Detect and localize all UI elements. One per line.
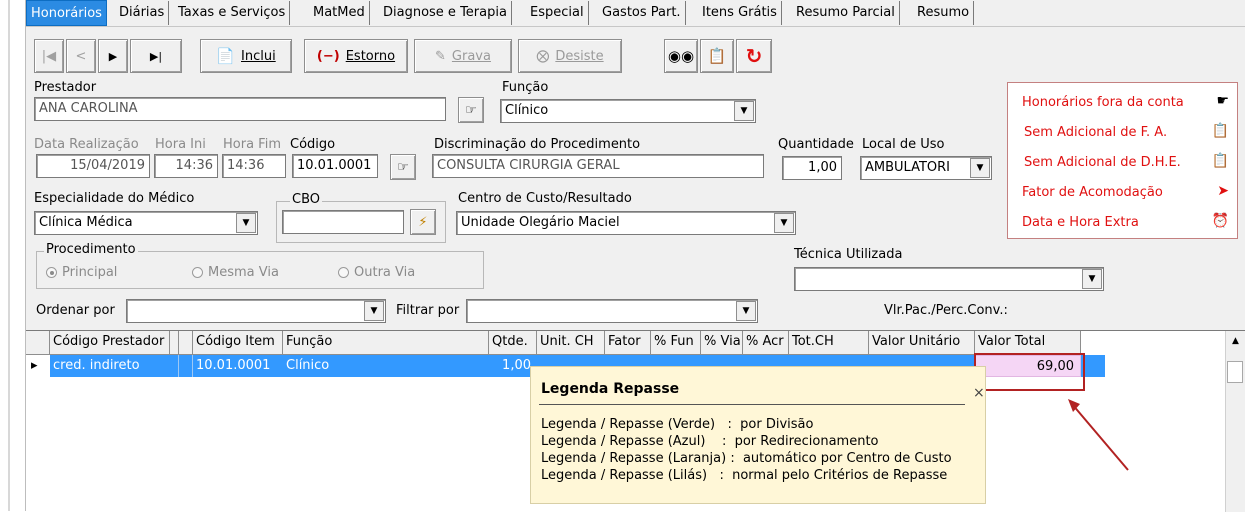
tooltip-divider xyxy=(539,404,965,405)
tooltip-line-azul: Legenda / Repasse (Azul) : por Redirecio… xyxy=(541,434,879,449)
legend-repasse-tooltip: Legenda Repasse × Legenda / Repasse (Ver… xyxy=(530,366,986,504)
close-icon[interactable]: × xyxy=(973,385,985,401)
annotation-arrow xyxy=(1071,403,1129,471)
tooltip-title: Legenda Repasse xyxy=(541,381,680,397)
tooltip-line-lilas: Legenda / Repasse (Lilás) : normal pelo … xyxy=(541,468,948,483)
tooltip-line-laranja: Legenda / Repasse (Laranja) : automático… xyxy=(541,451,952,466)
highlight-box xyxy=(974,353,1085,391)
tooltip-line-verde: Legenda / Repasse (Verde) : por Divisão xyxy=(541,417,814,432)
